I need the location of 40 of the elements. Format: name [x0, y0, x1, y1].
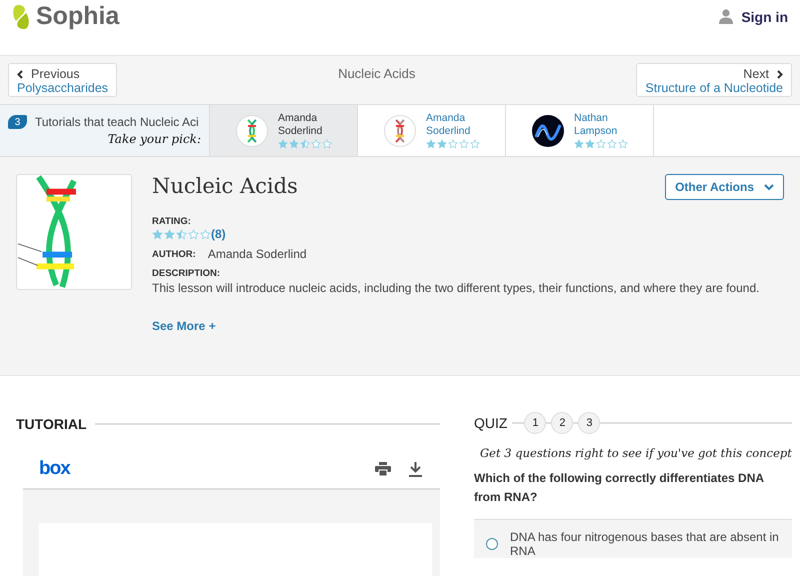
caret-icon: [764, 184, 774, 190]
tagline: Take your pick:: [108, 132, 201, 146]
previous-button[interactable]: Previous Polysaccharides: [8, 63, 118, 97]
next-button[interactable]: Next Structure of a Nucleotide: [636, 63, 792, 97]
author-name: Nathan Lampson: [574, 112, 618, 138]
quiz-heading: QUIZ: [474, 415, 508, 431]
tutorial-heading: TUTORIAL: [16, 416, 87, 432]
author-name: Amanda Soderlind: [208, 247, 307, 261]
tutorial-card[interactable]: Amanda Soderlind: [210, 105, 358, 156]
quiz-prompt: Get 3 questions right to see if you've got this concept: [480, 446, 792, 460]
print-icon[interactable]: [375, 462, 391, 476]
sign-in-link[interactable]: Sign in: [719, 8, 788, 24]
chevron-right-icon: [777, 70, 783, 78]
question-step[interactable]: 2: [551, 412, 574, 434]
tutorial-card[interactable]: Amanda Soderlind: [358, 105, 506, 156]
author-label: AUTHOR:: [152, 248, 196, 260]
rating-count[interactable]: (8): [211, 227, 226, 241]
answer-text: DNA has four nitrogenous bases that are absent in RNA: [510, 530, 780, 558]
tutorial-card[interactable]: Nathan Lampson: [506, 105, 654, 156]
other-actions-button[interactable]: Other Actions: [665, 174, 784, 200]
author-name: Amanda Soderlind: [278, 112, 324, 138]
description-text: This lesson will introduce nucleic acids, including the two different types, their functions, and where they are found.: [152, 281, 760, 295]
viewer-logo: box: [39, 458, 70, 480]
author-name: Amanda Soderlind: [426, 112, 472, 138]
question-step[interactable]: 1: [524, 412, 546, 434]
logo-text: Sophia: [36, 2, 120, 31]
lesson-heading: Nucleic Acids: [152, 174, 298, 198]
download-icon[interactable]: [409, 462, 422, 476]
description-label: DESCRIPTION:: [152, 268, 222, 279]
radio-button[interactable]: [486, 538, 498, 550]
tutorials-heading: Tutorials that teach Nucleic Aci: [35, 115, 199, 129]
user-icon: [719, 9, 734, 24]
rating-label: RATING:: [152, 216, 192, 227]
quiz-question: Which of the following correctly differentiates DNA from RNA?: [474, 470, 765, 506]
answer-option[interactable]: DNA has four nitrogenous bases that are absent in RNA: [474, 519, 792, 558]
lesson-title: Nucleic Acids: [338, 66, 416, 81]
see-more-link[interactable]: See More +: [152, 319, 216, 333]
count-badge: 3: [8, 115, 27, 129]
question-step[interactable]: 3: [578, 412, 600, 434]
chevron-left-icon: [17, 70, 23, 78]
